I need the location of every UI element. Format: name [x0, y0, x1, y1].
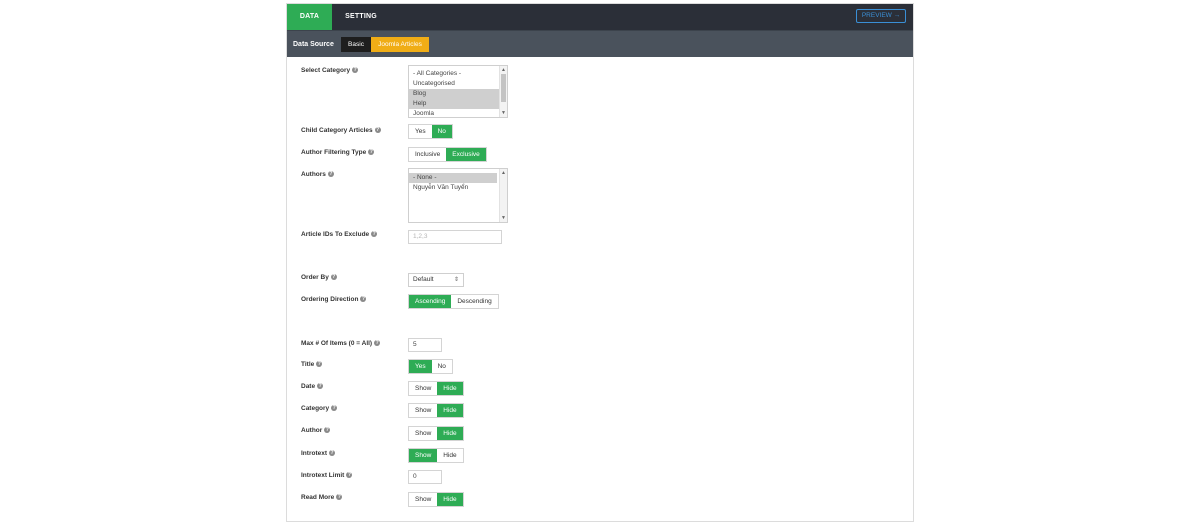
order-by-label: Order By?: [301, 274, 337, 281]
max-items-input[interactable]: 5: [408, 338, 442, 352]
help-icon[interactable]: ?: [317, 383, 324, 390]
child-category-no-button[interactable]: No: [431, 125, 452, 138]
preview-button[interactable]: PREVIEW →: [856, 9, 906, 23]
help-icon[interactable]: ?: [371, 231, 378, 238]
introtext-hide-button[interactable]: Hide: [437, 449, 462, 462]
exclude-ids-label: Article IDs To Exclude?: [301, 231, 378, 238]
author-label: Author?: [301, 427, 331, 434]
select-category-label: Select Category?: [301, 67, 359, 74]
category-toggle: Show Hide: [408, 403, 464, 418]
introtext-label: Introtext?: [301, 450, 335, 457]
source-basic-button[interactable]: Basic: [341, 37, 371, 52]
ordering-direction-label: Ordering Direction?: [301, 296, 367, 303]
ordering-ascending-button[interactable]: Ascending: [409, 295, 452, 308]
child-category-yes-button[interactable]: Yes: [409, 125, 432, 138]
title-yes-button[interactable]: Yes: [409, 360, 432, 373]
exclude-ids-input[interactable]: 1,2,3: [408, 230, 502, 244]
scrollbar-thumb[interactable]: [501, 74, 506, 102]
title-toggle: Yes No: [408, 359, 453, 374]
module-config-panel: DATA SETTING PREVIEW → Data Source Basic…: [286, 3, 914, 522]
scroll-up-icon[interactable]: ▲: [500, 170, 507, 176]
category-option[interactable]: Uncategorised: [409, 79, 507, 89]
read-more-toggle: Show Hide: [408, 492, 464, 507]
order-by-select[interactable]: Default ⇕: [408, 273, 464, 287]
date-label: Date?: [301, 383, 324, 390]
help-icon[interactable]: ?: [316, 361, 323, 368]
help-icon[interactable]: ?: [368, 149, 375, 156]
help-icon[interactable]: ?: [374, 340, 381, 347]
category-show-button[interactable]: Show: [409, 404, 437, 417]
introtext-limit-label: Introtext Limit?: [301, 472, 353, 479]
introtext-limit-input[interactable]: 0: [408, 470, 442, 484]
introtext-toggle: Show Hide: [408, 448, 464, 463]
category-hide-button[interactable]: Hide: [437, 404, 463, 417]
help-icon[interactable]: ?: [360, 296, 367, 303]
author-filter-exclusive-button[interactable]: Exclusive: [446, 148, 486, 161]
ordering-direction-toggle: Ascending Descending: [408, 294, 499, 309]
author-hide-button[interactable]: Hide: [437, 427, 463, 440]
help-icon[interactable]: ?: [374, 127, 381, 134]
tab-data[interactable]: DATA: [287, 4, 332, 35]
scrollbar[interactable]: ▲ ▼: [499, 169, 507, 222]
category-listbox[interactable]: - All Categories - Uncategorised Blog He…: [408, 65, 508, 118]
help-icon[interactable]: ?: [329, 450, 335, 457]
max-items-label: Max # Of Items (0 = All)?: [301, 340, 381, 347]
help-icon[interactable]: ?: [346, 472, 353, 479]
category-option[interactable]: Joomla: [409, 109, 507, 117]
date-hide-button[interactable]: Hide: [437, 382, 463, 395]
read-more-hide-button[interactable]: Hide: [437, 493, 463, 506]
help-icon[interactable]: ?: [352, 67, 359, 74]
help-icon[interactable]: ?: [330, 274, 337, 281]
category-label: Category?: [301, 405, 338, 412]
author-filtering-toggle: Inclusive Exclusive: [408, 147, 487, 162]
author-option[interactable]: Nguyễn Văn Tuyển: [409, 183, 507, 193]
help-icon[interactable]: ?: [327, 171, 334, 178]
category-option[interactable]: - All Categories -: [409, 69, 507, 79]
help-icon[interactable]: ?: [324, 427, 331, 434]
scroll-down-icon[interactable]: ▼: [500, 110, 507, 116]
title-label: Title?: [301, 361, 323, 368]
ordering-descending-button[interactable]: Descending: [451, 295, 497, 308]
author-option[interactable]: - None -: [409, 173, 497, 183]
authors-listbox[interactable]: - None - Nguyễn Văn Tuyển ▲ ▼: [408, 168, 508, 223]
help-icon[interactable]: ?: [331, 405, 338, 412]
tab-setting[interactable]: SETTING: [337, 4, 385, 30]
scroll-down-icon[interactable]: ▼: [500, 215, 507, 221]
author-filtering-label: Author Filtering Type?: [301, 149, 375, 156]
title-no-button[interactable]: No: [432, 360, 452, 373]
data-source-bar: Data Source Basic Joomla Articles: [287, 30, 913, 57]
child-category-toggle: Yes No: [408, 124, 453, 139]
help-icon[interactable]: ?: [336, 494, 343, 501]
authors-label: Authors?: [301, 171, 334, 178]
select-caret-icon: ⇕: [453, 277, 459, 283]
introtext-show-button[interactable]: Show: [409, 449, 438, 462]
author-toggle: Show Hide: [408, 426, 464, 441]
top-bar: DATA SETTING PREVIEW →: [287, 4, 913, 35]
child-category-label: Child Category Articles?: [301, 127, 381, 134]
date-show-button[interactable]: Show: [409, 382, 437, 395]
category-option[interactable]: Blog: [409, 89, 507, 99]
date-toggle: Show Hide: [408, 381, 464, 396]
scroll-up-icon[interactable]: ▲: [500, 67, 507, 73]
author-show-button[interactable]: Show: [409, 427, 437, 440]
category-option[interactable]: Help: [409, 99, 507, 109]
data-source-label: Data Source: [293, 41, 334, 48]
read-more-show-button[interactable]: Show: [409, 493, 437, 506]
author-filter-inclusive-button[interactable]: Inclusive: [409, 148, 446, 161]
read-more-label: Read More?: [301, 494, 343, 501]
scrollbar[interactable]: ▲ ▼: [499, 66, 507, 117]
source-joomla-button[interactable]: Joomla Articles: [371, 37, 429, 52]
